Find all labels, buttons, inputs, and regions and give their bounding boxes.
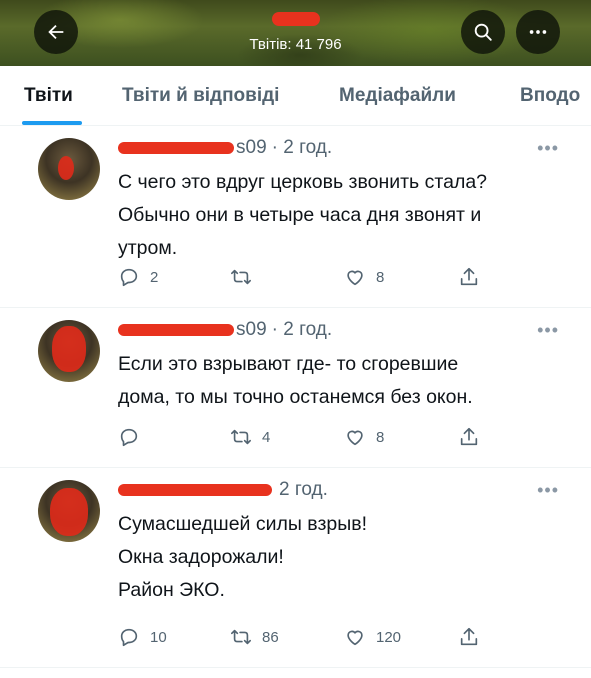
reply-count: 10 <box>150 628 167 646</box>
tweet-meta: 2 год. <box>118 478 328 502</box>
avatar[interactable] <box>38 138 100 200</box>
retweet-icon <box>231 429 251 445</box>
tab-media[interactable]: Медіафайли <box>339 66 456 125</box>
profile-header: Твітів: 41 796 <box>0 0 591 66</box>
redaction-mark <box>50 488 88 536</box>
tweet-handle[interactable]: s09 <box>236 137 267 159</box>
tweet-actions: 2 8 <box>118 266 578 292</box>
tweet-more-button[interactable]: ••• <box>537 480 559 501</box>
tweet-time[interactable]: 2 год. <box>279 479 328 501</box>
search-button[interactable] <box>461 10 505 54</box>
redaction-mark <box>118 324 234 336</box>
tweet[interactable]: 2 год. ••• Сумасшедшей силы взрыв! Окна … <box>0 468 591 668</box>
like-button[interactable]: 120 <box>344 626 401 648</box>
redaction-mark <box>118 142 234 154</box>
tweet-handle[interactable]: s09 <box>236 319 267 341</box>
like-count: 8 <box>376 268 385 286</box>
tweet-text: Сумасшедшей силы взрыв! Окна задорожали!… <box>118 513 368 601</box>
tab-tweets-and-replies[interactable]: Твіти й відповіді <box>122 66 279 125</box>
retweet-button[interactable]: 86 <box>230 626 279 648</box>
more-horizontal-icon <box>529 30 547 34</box>
reply-icon <box>120 428 138 447</box>
active-tab-indicator <box>22 121 82 125</box>
reply-icon <box>120 628 138 647</box>
tweet[interactable]: s09 · 2 год. ••• С чего это вдруг церков… <box>0 126 591 308</box>
redaction-mark <box>52 326 86 372</box>
search-icon <box>474 23 492 41</box>
tweet-more-button[interactable]: ••• <box>537 320 559 341</box>
retweet-count: 86 <box>262 628 279 646</box>
tweet-actions: 10 86 120 <box>118 626 578 652</box>
reply-button[interactable] <box>118 426 150 448</box>
retweet-button[interactable] <box>230 266 262 288</box>
tweet-meta: s09 · 2 год. <box>118 136 332 160</box>
share-icon <box>460 627 478 646</box>
avatar[interactable] <box>38 480 100 542</box>
reply-button[interactable]: 2 <box>118 266 158 288</box>
more-button[interactable] <box>516 10 560 54</box>
retweet-button[interactable]: 4 <box>230 426 270 448</box>
retweet-icon <box>231 629 251 645</box>
like-count: 8 <box>376 428 385 446</box>
share-button[interactable] <box>458 426 480 448</box>
avatar[interactable] <box>38 320 100 382</box>
profile-tabs: Твіти Твіти й відповіді Медіафайли Вподо <box>0 66 591 126</box>
like-button[interactable]: 8 <box>344 266 384 288</box>
share-icon <box>460 427 478 446</box>
tweet-time[interactable]: · 2 год. <box>272 137 332 159</box>
tweet-time[interactable]: · 2 год. <box>272 319 332 341</box>
tweet[interactable]: s09 · 2 год. ••• Если это взрывают где- … <box>0 308 591 468</box>
retweet-icon <box>231 269 251 285</box>
share-button[interactable] <box>458 626 480 648</box>
redaction-mark <box>58 156 74 180</box>
tweet-text: С чего это вдруг церковь звонить стала? … <box>118 171 488 259</box>
tab-tweets[interactable]: Твіти <box>24 66 73 125</box>
reply-count: 2 <box>150 268 159 286</box>
tweet-meta: s09 · 2 год. <box>118 318 332 342</box>
heart-icon <box>347 630 363 646</box>
reply-button[interactable]: 10 <box>118 626 167 648</box>
like-button[interactable]: 8 <box>344 426 384 448</box>
redaction-mark <box>271 12 320 26</box>
tweet-more-button[interactable]: ••• <box>537 138 559 159</box>
tweet-actions: 4 8 <box>118 426 578 452</box>
share-icon <box>460 267 478 286</box>
tweet-text: Если это взрывают где- то сгоревшие дома… <box>118 353 473 408</box>
reply-icon <box>120 268 138 287</box>
like-count: 120 <box>376 628 402 646</box>
retweet-count: 4 <box>262 428 271 446</box>
tab-likes[interactable]: Вподо <box>520 66 580 125</box>
share-button[interactable] <box>458 266 480 288</box>
redaction-mark <box>118 484 272 496</box>
heart-icon <box>347 270 363 286</box>
heart-icon <box>347 430 363 446</box>
